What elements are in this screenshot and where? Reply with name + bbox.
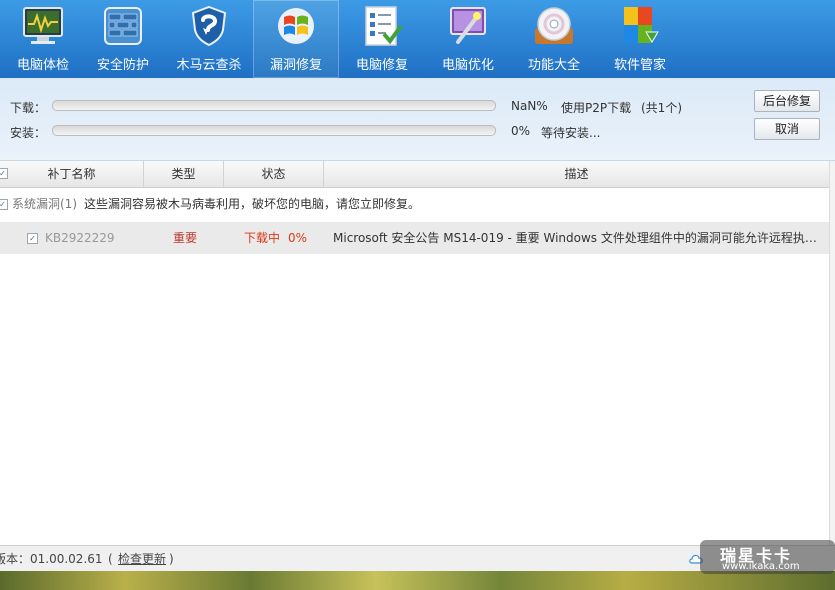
check-update-link[interactable]: 检查更新	[118, 546, 166, 572]
vulnerability-group-row[interactable]: ✓ 系统漏洞(1) 这些漏洞容易被木马病毒利用，破坏您的电脑，请您立即修复。	[0, 188, 829, 220]
patch-status: 下载中	[244, 231, 281, 245]
toolbar-label: 软件管家	[613, 58, 666, 73]
download-method: 使用P2P下载	[561, 101, 632, 115]
toolbar-label: 电脑体检	[16, 58, 69, 73]
paren-close: )	[169, 552, 174, 566]
watermark-logo: 瑞星卡卡 www.ikaka.com	[700, 540, 835, 574]
toolbar-label: 电脑修复	[355, 58, 408, 73]
group-name: 系统漏洞(1)	[12, 197, 77, 211]
version-text: 版本：01.00.02.61	[0, 552, 103, 566]
column-type[interactable]: 类型	[144, 161, 224, 187]
windows-icon	[278, 8, 314, 44]
firewall-icon	[104, 7, 142, 45]
download-label: 下载：	[10, 101, 47, 115]
install-percent: 0%	[511, 124, 531, 138]
toolbar-label: 漏洞修复	[269, 58, 322, 73]
toolbar-label: 木马云查杀	[176, 58, 242, 73]
progress-panel: 下载： NaN% 使用P2P下载 (共1个) 安装： 0% 等待安装... 后台…	[0, 78, 835, 161]
download-progress-bar	[52, 100, 496, 111]
toolbar-item-pc-optimize[interactable]: 电脑优化	[425, 0, 511, 78]
software-icon	[624, 7, 659, 43]
checklist-icon	[365, 6, 403, 46]
group-checkbox[interactable]: ✓	[0, 199, 8, 210]
toolbar-item-all-features[interactable]: 功能大全	[511, 0, 597, 78]
watermark-url: www.ikaka.com	[722, 561, 800, 572]
toolbar-item-pc-checkup[interactable]: 电脑体检	[0, 0, 86, 78]
patch-status-percent: 0%	[288, 231, 308, 245]
patch-description: Microsoft 安全公告 MS14-019 - 重要 Windows 文件处…	[333, 231, 827, 245]
toolbar-item-security[interactable]: 安全防护	[80, 0, 166, 78]
toolbar-label: 电脑优化	[441, 58, 494, 73]
patch-table-header: ✓ 补丁名称 类型 状态 描述	[0, 161, 829, 188]
disc-icon	[535, 7, 573, 44]
row-checkbox[interactable]: ✓	[27, 233, 38, 244]
toolbar-item-software-manager[interactable]: 软件管家	[597, 0, 683, 78]
toolbar-item-pc-repair[interactable]: 电脑修复	[339, 0, 425, 78]
shield-icon	[191, 5, 227, 47]
column-patch-name[interactable]: 补丁名称	[0, 161, 144, 187]
magic-wand-icon	[450, 7, 486, 44]
paren-open: (	[108, 552, 113, 566]
column-status[interactable]: 状态	[224, 161, 324, 187]
cancel-button[interactable]: 取消	[754, 118, 820, 140]
toolbar-label: 功能大全	[527, 58, 580, 73]
toolbar-item-vulnerability-fix[interactable]: 漏洞修复	[253, 0, 339, 78]
patch-id: KB2922229	[45, 231, 115, 245]
toolbar-label: 安全防护	[96, 58, 149, 73]
install-progress-bar	[52, 125, 496, 136]
table-row[interactable]: ✓ KB2922229 重要 下载中 0% Microsoft 安全公告 MS1…	[0, 222, 829, 254]
background-repair-button[interactable]: 后台修复	[754, 90, 820, 112]
monitor-icon	[23, 7, 63, 44]
download-count: (共1个)	[641, 101, 682, 115]
vertical-scrollbar[interactable]	[829, 161, 835, 545]
install-status: 等待安装...	[541, 126, 601, 140]
toolbar-item-trojan-scan[interactable]: 木马云查杀	[166, 0, 252, 78]
download-percent: NaN%	[511, 99, 548, 113]
main-toolbar: 电脑体检 安全防护 木马云查杀 漏洞修复 电脑修复 电脑优化 功能大全 软件管家	[0, 0, 835, 78]
install-label: 安装：	[10, 126, 47, 140]
patch-type: 重要	[173, 231, 198, 245]
group-description: 这些漏洞容易被木马病毒利用，破坏您的电脑，请您立即修复。	[84, 197, 421, 211]
column-description[interactable]: 描述	[324, 161, 829, 187]
